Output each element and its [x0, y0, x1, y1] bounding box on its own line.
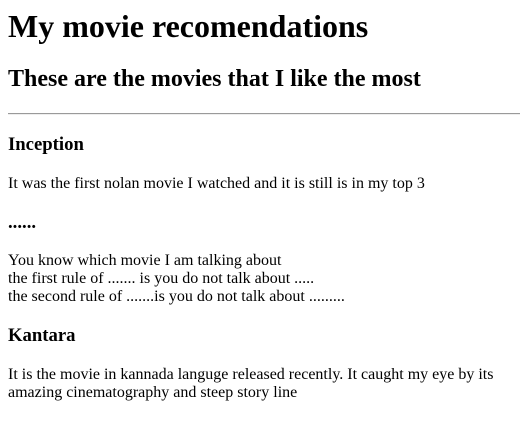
page-subtitle: These are the movies that I like the mos… — [8, 66, 421, 93]
description-line: the first rule of ....... is you do not … — [8, 270, 315, 288]
description-line: It is the movie in kannada languge relea… — [8, 365, 494, 401]
movie-title: Inception — [8, 134, 84, 156]
description-line: It was the first nolan movie I watched a… — [8, 174, 425, 192]
movie-description: You know which movie I am talking about t… — [8, 252, 520, 306]
movie-description: It is the movie in kannada languge relea… — [8, 366, 520, 402]
movie-title: ...... — [8, 211, 37, 233]
movie-description: It was the first nolan movie I watched a… — [8, 175, 520, 193]
description-line: You know which movie I am talking about — [8, 252, 282, 270]
description-line: the second rule of .......is you do not … — [8, 288, 345, 306]
page-title: My movie recomendations — [8, 8, 369, 44]
movie-title: Kantara — [8, 324, 76, 346]
divider — [8, 113, 520, 116]
